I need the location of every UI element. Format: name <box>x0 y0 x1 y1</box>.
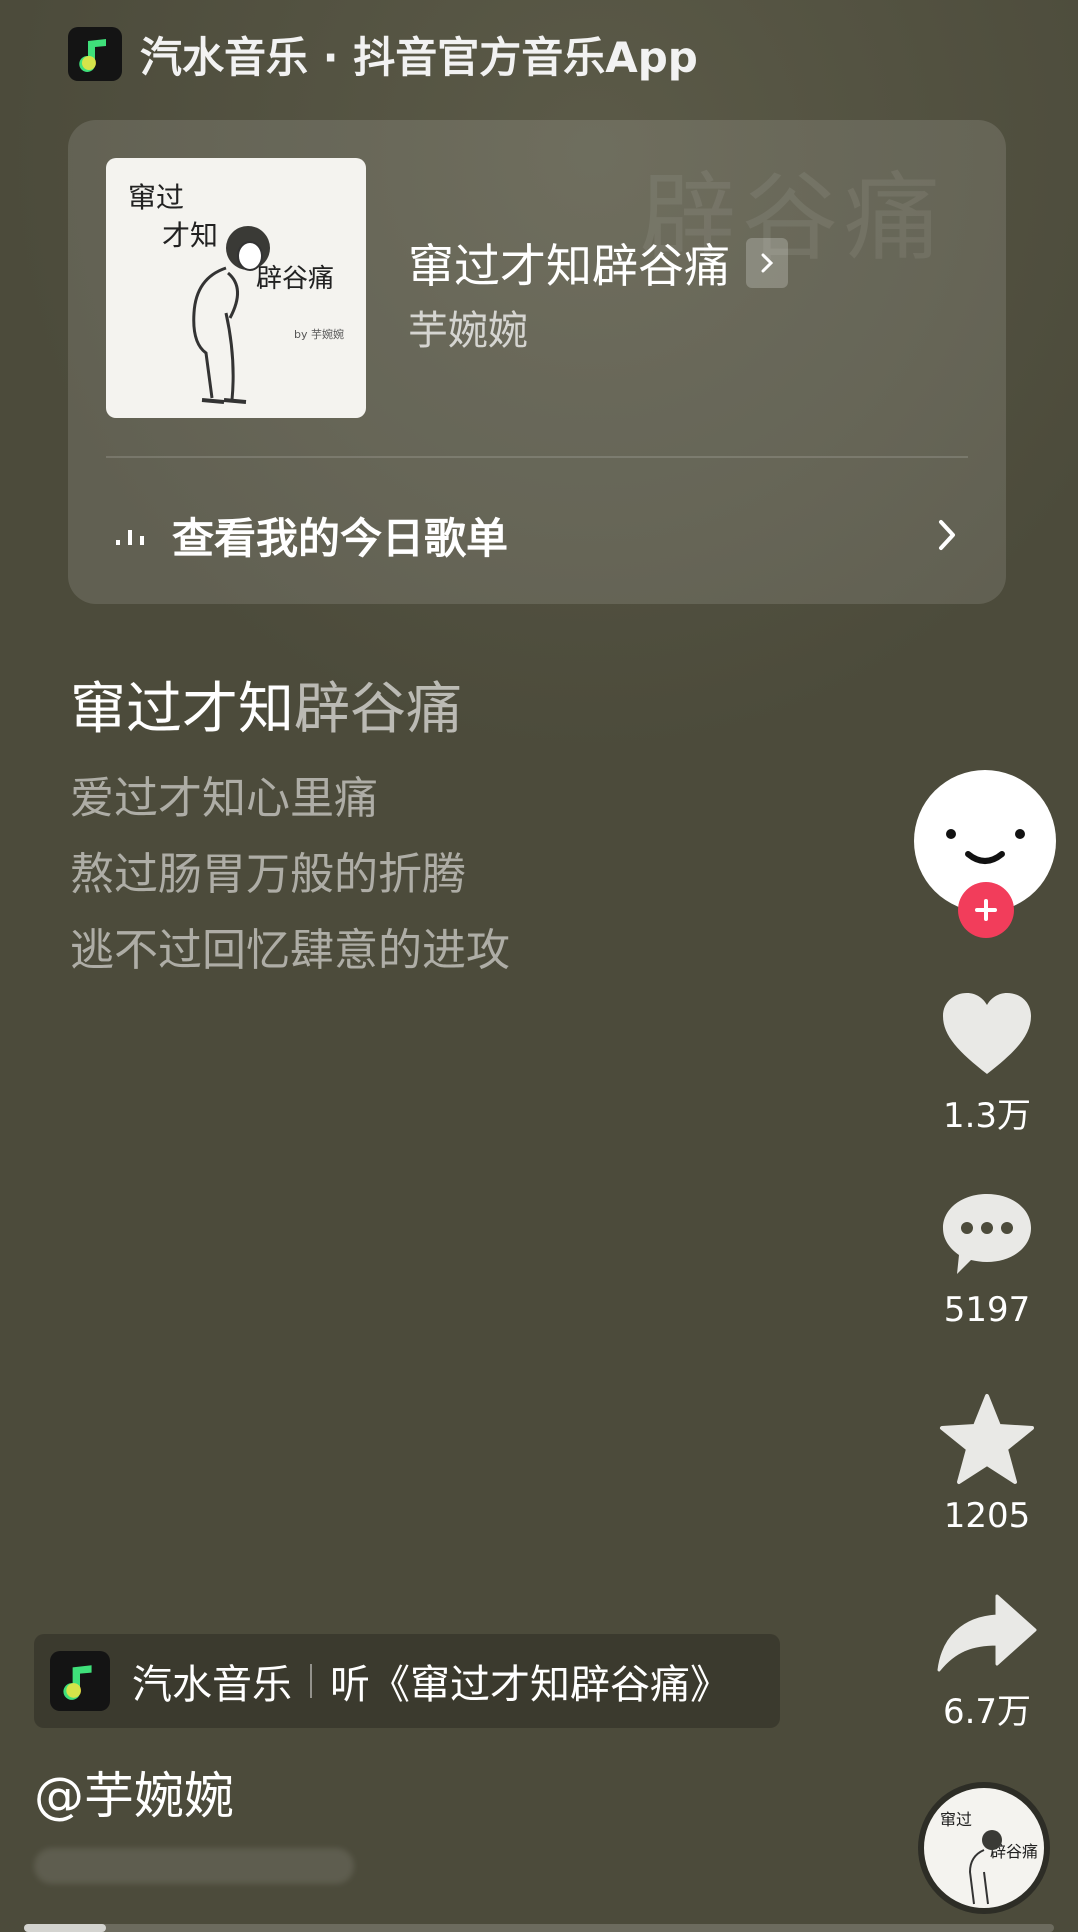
music-app-name: 汽水音乐 <box>132 1662 292 1708</box>
music-note-icon <box>50 1651 110 1711</box>
audio-bars-icon <box>114 518 154 552</box>
app-banner[interactable]: 汽水音乐 · 抖音官方音乐App <box>68 26 698 82</box>
banner-text: 汽水音乐 · 抖音官方音乐App <box>140 32 698 82</box>
lyric-line: 爱过才知心里痛 <box>70 773 378 824</box>
lyric-unsung-part: 辟谷痛 <box>294 677 462 742</box>
share-count: 6.7万 <box>942 1692 1032 1732</box>
music-source-tag[interactable]: 汽水音乐 听《窜过才知辟谷痛》 <box>34 1634 780 1728</box>
disc-figure-illustration <box>968 1830 1002 1905</box>
song-card[interactable]: 窜过 才知 辟谷痛 by 芋婉婉 窜过才知辟谷痛 芋婉婉 查看我的今日歌单 <box>68 120 1006 604</box>
star-icon <box>940 1394 1034 1484</box>
listen-song-text: 听《窜过才知辟谷痛》 <box>330 1662 730 1708</box>
share-arrow-icon <box>937 1594 1037 1672</box>
playlist-label: 查看我的今日歌单 <box>172 513 509 563</box>
music-disc[interactable]: 窜过 辟谷痛 <box>918 1782 1050 1914</box>
comment-count: 5197 <box>943 1290 1031 1330</box>
disc-text-1: 窜过 <box>940 1810 973 1829</box>
today-playlist-link[interactable]: 查看我的今日歌单 <box>114 500 968 570</box>
favorite-count: 1205 <box>943 1496 1031 1536</box>
tag-separator <box>310 1664 312 1698</box>
cover-figure-illustration <box>192 226 270 404</box>
comment-button[interactable]: 5197 <box>924 1190 1050 1330</box>
lyric-sung-part: 窜过才知 <box>70 677 294 742</box>
chevron-right-icon <box>934 516 960 558</box>
chevron-right-icon[interactable] <box>746 238 788 288</box>
like-count: 1.3万 <box>942 1096 1032 1136</box>
follow-button[interactable] <box>958 882 1014 938</box>
music-note-icon <box>68 27 122 81</box>
song-title-row[interactable]: 窜过才知辟谷痛 <box>408 230 788 296</box>
album-cover[interactable]: 窜过 才知 辟谷痛 by 芋婉婉 <box>106 158 366 418</box>
plus-icon <box>975 899 997 921</box>
comment-icon <box>943 1194 1031 1274</box>
cover-text-1: 窜过 <box>128 181 185 214</box>
card-divider <box>106 456 968 458</box>
like-button[interactable]: 1.3万 <box>924 990 1050 1137</box>
cover-by-text: by 芋婉婉 <box>294 328 344 341</box>
lyric-line: 熬过肠胃万般的折腾 <box>70 849 466 900</box>
video-progress-bar[interactable] <box>24 1924 1054 1932</box>
heart-icon <box>943 993 1031 1074</box>
video-description-blurred <box>34 1848 354 1884</box>
share-button[interactable]: 6.7万 <box>924 1592 1050 1733</box>
author-handle[interactable]: @芋婉婉 <box>34 1756 234 1828</box>
lyric-line: 逃不过回忆肆意的进攻 <box>70 925 510 976</box>
video-progress-fill <box>24 1924 107 1932</box>
song-artist: 芋婉婉 <box>408 308 528 354</box>
song-title: 窜过才知辟谷痛 <box>408 239 730 293</box>
lyric-current-line: 窜过才知辟谷痛 <box>70 664 462 745</box>
favorite-button[interactable]: 1205 <box>924 1392 1050 1536</box>
